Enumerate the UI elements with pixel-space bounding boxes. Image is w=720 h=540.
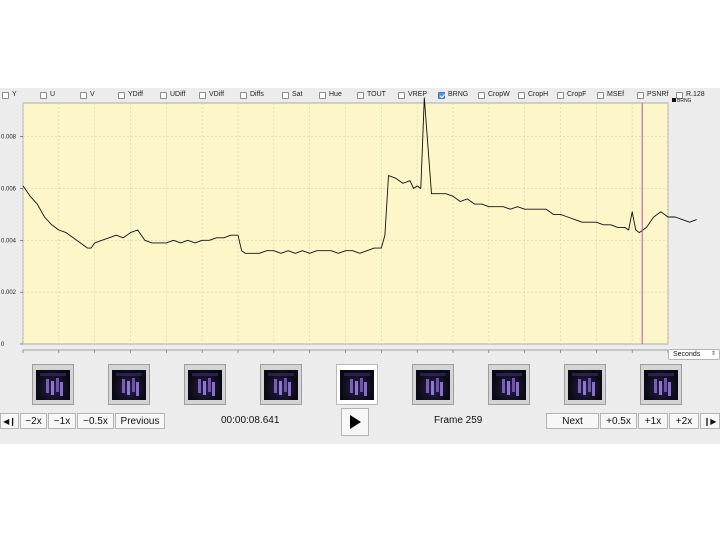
speed-minus-2x-button[interactable]: −2x xyxy=(20,413,47,429)
thumbnail-image xyxy=(112,369,146,400)
thumbnail-frame[interactable] xyxy=(488,364,530,405)
speed-plus-2x-label: +2x xyxy=(675,415,693,427)
timecode-display: 00:00:08.641 xyxy=(221,415,280,426)
speed-minus-1x-label: −1x xyxy=(53,415,71,427)
thumbnail-frame[interactable] xyxy=(32,364,74,405)
speed-plus-1x-label: +1x xyxy=(644,415,662,427)
frame-number-display: Frame 259 xyxy=(434,415,483,426)
speed-plus-half-button[interactable]: +0.5x xyxy=(600,413,637,429)
next-button[interactable]: Next xyxy=(546,413,599,429)
thumbnail-image xyxy=(568,369,602,400)
brng-graph: 00.0020.0040.0060.00802468BRNG xyxy=(1,97,697,353)
thumbnail-image xyxy=(264,369,298,400)
play-button[interactable] xyxy=(341,408,369,436)
time-units-value: Seconds xyxy=(673,351,701,358)
legend-label: BRNG xyxy=(677,98,692,104)
back-frame-button[interactable]: ◀❙ xyxy=(0,413,19,429)
thumbnail-image xyxy=(340,369,374,400)
select-arrows-icon: ⇕ xyxy=(710,351,716,357)
time-units-select[interactable]: Seconds ⇕ xyxy=(668,349,720,360)
forward-frame-icon: ❙▶ xyxy=(703,416,717,426)
thumbnail-frame[interactable] xyxy=(108,364,150,405)
speed-plus-half-label: +0.5x xyxy=(606,415,631,427)
back-frame-icon: ◀❙ xyxy=(3,416,16,426)
play-icon xyxy=(350,415,361,429)
speed-plus-1x-button[interactable]: +1x xyxy=(638,413,668,429)
thumbnail-frame[interactable] xyxy=(564,364,606,405)
thumbnail-image xyxy=(644,369,678,400)
y-tick-label: 0 xyxy=(1,342,5,348)
previous-label: Previous xyxy=(120,415,160,427)
forward-frame-button[interactable]: ❙▶ xyxy=(700,413,720,429)
thumbnail-frame[interactable] xyxy=(184,364,226,405)
thumbnail-frame[interactable] xyxy=(260,364,302,405)
thumbnail-frame[interactable] xyxy=(412,364,454,405)
speed-plus-2x-button[interactable]: +2x xyxy=(669,413,699,429)
thumbnail-image xyxy=(188,369,222,400)
qctools-window: Y U V YDiff UDiff VDiff Diffs Sat Hue TOUT VREP BRN… xyxy=(0,88,720,444)
thumbnail-current-frame[interactable] xyxy=(336,364,378,405)
thumbnail-image xyxy=(492,369,526,400)
y-tick-label: 0.006 xyxy=(1,187,17,193)
y-tick-label: 0.004 xyxy=(1,238,17,244)
speed-minus-1x-button[interactable]: −1x xyxy=(48,413,76,429)
y-tick-label: 0.008 xyxy=(1,135,17,141)
thumbnail-image xyxy=(416,369,450,400)
next-label: Next xyxy=(562,415,583,427)
thumbnail-image xyxy=(36,369,70,400)
speed-minus-half-button[interactable]: −0.5x xyxy=(77,413,114,429)
y-tick-label: 0.002 xyxy=(1,290,17,296)
speed-minus-2x-label: −2x xyxy=(25,415,42,427)
speed-minus-half-label: −0.5x xyxy=(83,415,108,427)
previous-button[interactable]: Previous xyxy=(115,413,165,429)
legend-swatch xyxy=(672,98,676,102)
thumbnail-frame[interactable] xyxy=(640,364,682,405)
